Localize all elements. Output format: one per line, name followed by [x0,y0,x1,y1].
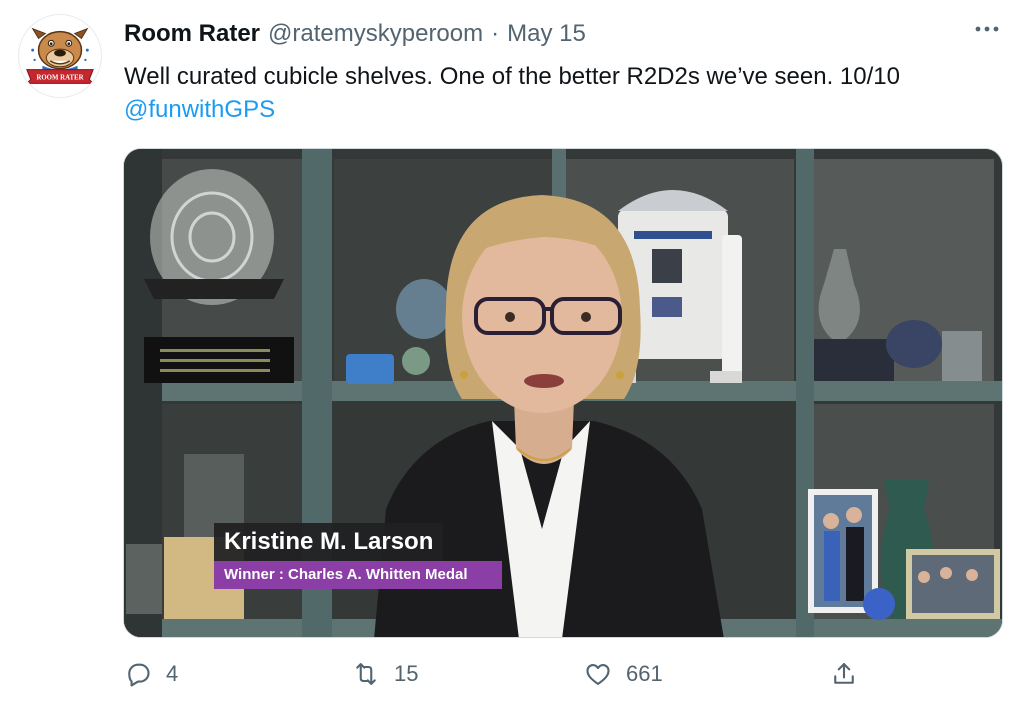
caption-subtitle: Winner : Charles A. Whitten Medal [214,561,502,589]
tweet-header: Room Rater @ratemyskyperoom · May 15 [124,18,586,50]
tweet-media-video[interactable]: Kristine M. Larson Winner : Charles A. W… [123,148,1003,638]
bulldog-mascot-icon: ROOM RATER [19,15,101,97]
reply-count: 4 [166,661,179,686]
tweet[interactable]: ROOM RATER Room Rater @ratemyskyperoom ·… [0,0,1024,704]
retweet-icon [356,663,376,685]
share-icon [834,663,854,684]
tweet-date[interactable]: May 15 [507,18,586,50]
tweet-body: Well curated cubicle shelves. One of the… [124,63,900,90]
reply-icon [128,663,150,687]
tweet-text: Well curated cubicle shelves. One of the… [124,60,1004,126]
caption-name: Kristine M. Larson [214,523,444,561]
avatar[interactable]: ROOM RATER [18,14,102,98]
like-count: 661 [626,661,663,686]
handle[interactable]: @ratemyskyperoom [268,18,483,50]
display-name[interactable]: Room Rater [124,18,260,50]
more-button[interactable] [972,14,1002,44]
lower-third-caption: Kristine M. Larson Winner : Charles A. W… [214,523,502,589]
like-button[interactable]: 661 [584,660,663,688]
tweet-actions: 4 15 661 [124,660,884,700]
more-dots-icon [975,26,999,32]
reply-button[interactable]: 4 [124,660,178,688]
svg-text:ROOM RATER: ROOM RATER [36,74,83,81]
share-button[interactable] [830,660,858,688]
retweet-button[interactable]: 15 [352,660,418,688]
separator-dot: · [491,20,500,47]
retweet-count: 15 [394,661,419,686]
mention-link[interactable]: @funwithGPS [124,93,1004,126]
heart-icon [586,663,610,685]
